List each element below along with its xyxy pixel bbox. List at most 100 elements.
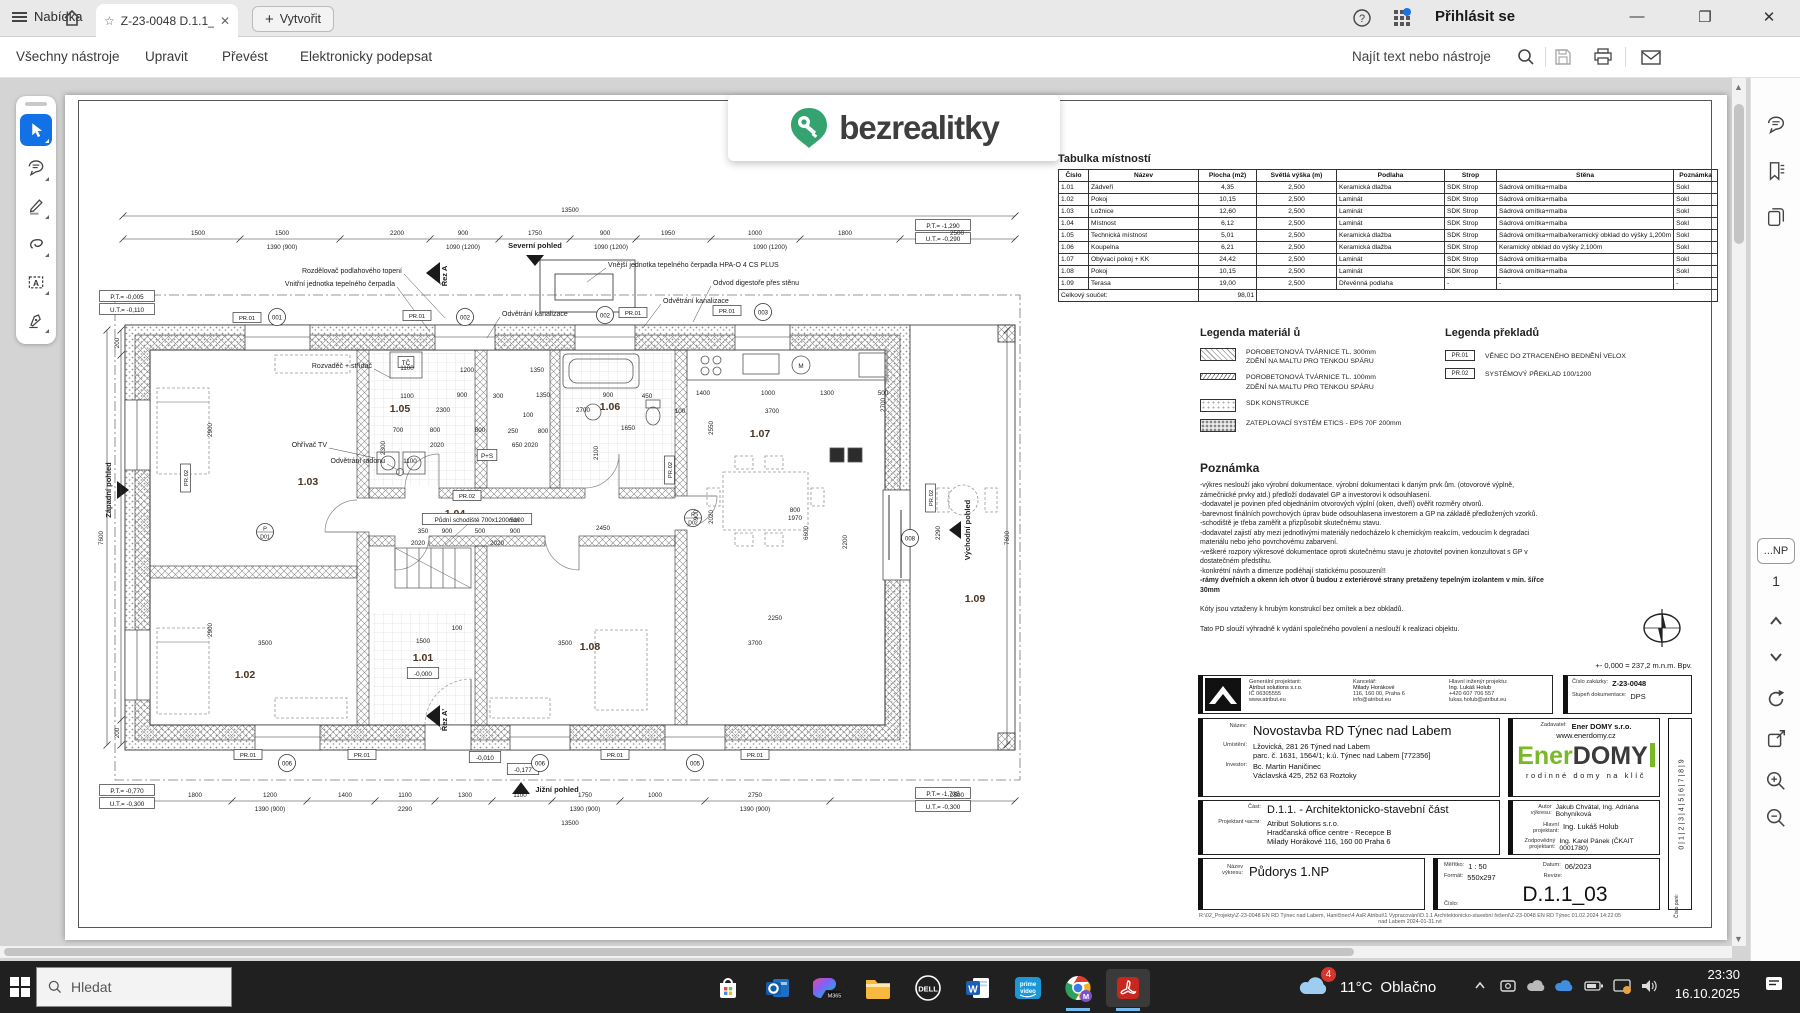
taskbar-app-dell[interactable]: DELL: [906, 969, 950, 1007]
next-page-button[interactable]: [1763, 644, 1789, 670]
select-tool-button[interactable]: [20, 114, 52, 146]
taskbar-app-acrobat-active[interactable]: [1106, 969, 1150, 1007]
create-button[interactable]: + Vytvořit: [252, 6, 334, 32]
comments-panel-button[interactable]: [1763, 112, 1789, 138]
taskbar-app-store[interactable]: [706, 969, 750, 1007]
highlight-tool-button[interactable]: [20, 190, 52, 222]
plan-label: 2300: [380, 441, 387, 456]
tray-cast-icon[interactable]: [1610, 974, 1634, 998]
email-icon: [1641, 50, 1661, 65]
toolbar-all-tools[interactable]: Všechny nástroje: [16, 49, 120, 64]
svg-text:008: 008: [905, 536, 916, 542]
zoom-out-button[interactable]: [1763, 805, 1789, 831]
previous-page-button[interactable]: [1763, 608, 1789, 634]
document-tab[interactable]: ☆ Z-23-0048 D.1.1_03 ... ✕: [96, 4, 238, 37]
taskbar-app-word[interactable]: W: [956, 969, 1000, 1007]
notification-center-icon[interactable]: [1762, 972, 1786, 996]
text-box-tool-button[interactable]: A: [20, 266, 52, 298]
kancelar: Kancelář: Milady Horákové 116, 160 00, P…: [1353, 679, 1405, 703]
tray-speaker-icon[interactable]: [1638, 974, 1662, 998]
rotate-page-button[interactable]: [1763, 686, 1789, 712]
comment-tool-button[interactable]: [20, 152, 52, 184]
zoom-in-button[interactable]: [1763, 768, 1789, 794]
scroll-up-arrow[interactable]: ▲: [1734, 82, 1743, 92]
horizontal-scrollbar[interactable]: [0, 946, 1732, 958]
plan-label: PR.01: [600, 749, 630, 760]
svg-text:001: 001: [272, 315, 283, 321]
print-button[interactable]: [1593, 47, 1613, 72]
search-button[interactable]: [1516, 47, 1536, 72]
plan-label: 2500: [950, 230, 965, 237]
scrollbar-thumb[interactable]: [4, 948, 1354, 956]
table-cell: Ložnice: [1088, 205, 1199, 218]
table-cell: 2,500: [1256, 241, 1337, 254]
signature-tool-button[interactable]: [20, 304, 52, 336]
plan-label: 1100: [403, 458, 417, 465]
apps-grid-button[interactable]: [1392, 8, 1412, 33]
clock-date: 16.10.2025: [1674, 985, 1740, 1001]
scroll-down-arrow[interactable]: ▼: [1734, 934, 1743, 944]
taskbar-app-copilot[interactable]: M365: [806, 969, 850, 1007]
svg-text:-0,177: -0,177: [514, 767, 532, 774]
plan-label: 800: [475, 427, 486, 434]
tray-battery-icon[interactable]: [1582, 974, 1606, 998]
plan-label: 2100: [593, 446, 600, 461]
find-text-label[interactable]: Najít text nebo nástroje: [1352, 49, 1491, 64]
tray-onedrive-gray-icon[interactable]: [1524, 974, 1548, 998]
plan-label: PR.01: [232, 312, 262, 323]
save-button[interactable]: [1553, 47, 1573, 72]
email-button[interactable]: [1640, 47, 1662, 72]
taskbar-app-explorer[interactable]: [856, 969, 900, 1007]
palette-drag-handle[interactable]: [25, 102, 47, 106]
table-cell: Obývací pokoj + KK: [1088, 253, 1199, 266]
pdf-page[interactable]: 1.031.021.051.061.071.041.011.081.09-0,0…: [65, 95, 1727, 940]
home-button[interactable]: [62, 8, 82, 33]
close-button[interactable]: ✕: [1752, 8, 1786, 26]
help-button[interactable]: ?: [1352, 8, 1372, 33]
notes-section: Poznámka -výkres neslouží jako výrobní d…: [1200, 461, 1700, 634]
taskbar-weather[interactable]: 4 11°C Oblačno: [1290, 961, 1444, 1013]
hlavni-inzenyr: Hlavní inženýr projektu: Ing. Lukáš Holu…: [1449, 679, 1508, 703]
tray-teams-icon[interactable]: [1496, 974, 1520, 998]
bezrealitky-watermark: bezrealitky: [728, 95, 1060, 161]
taskbar-app-prime-video[interactable]: prime video: [1006, 969, 1050, 1007]
table-total-row: Celkový součet: 98,01: [1058, 289, 1719, 302]
tab-close-icon[interactable]: ✕: [220, 14, 230, 28]
taskbar-app-chrome[interactable]: M: [1056, 969, 1100, 1007]
table-cell: Sokl: [1673, 193, 1719, 206]
titleblock-part: Část: D.1.1. - Architektonicko-stavební č…: [1198, 800, 1500, 855]
plan-label: Vnější jednotka tepelného čerpadla HPA-O…: [608, 262, 779, 269]
tray-onedrive-blue-icon[interactable]: [1552, 974, 1576, 998]
page-nav-chip[interactable]: ...NP: [1757, 538, 1795, 564]
note-line: -konkrétní návrh a dimenze podléhají sta…: [1200, 567, 1386, 575]
table-cell: Sádrová omítka+malba: [1495, 217, 1675, 230]
table-cell: Sokl: [1673, 181, 1719, 194]
plan-label: 450: [642, 393, 653, 400]
taskbar-app-outlook[interactable]: [756, 969, 800, 1007]
table-cell: 10,15: [1198, 265, 1257, 278]
toolbar-edit[interactable]: Upravit: [145, 49, 188, 64]
draw-tool-button[interactable]: [20, 228, 52, 260]
svg-text:P+S: P+S: [481, 453, 493, 460]
bezrealitky-logo-icon: [791, 108, 828, 148]
bookmarks-panel-button[interactable]: [1763, 158, 1789, 184]
taskbar-clock[interactable]: 23:30 16.10.2025: [1660, 966, 1740, 1004]
restore-button[interactable]: ❐: [1688, 8, 1722, 26]
signin-button[interactable]: Přihlásit se: [1435, 8, 1515, 25]
toolbar-esign[interactable]: Elektronicky podepsat: [300, 49, 432, 64]
tray-chevron-icon[interactable]: [1468, 974, 1492, 998]
vertical-scrollbar[interactable]: ▲ ▼: [1732, 78, 1746, 946]
scrollbar-thumb[interactable]: [1734, 104, 1744, 244]
toolbar-convert[interactable]: Převést: [222, 49, 268, 64]
minimize-button[interactable]: —: [1620, 8, 1654, 25]
plan-label: 1500: [416, 638, 431, 645]
table-cell: Celkový součet:: [1058, 289, 1199, 302]
svg-text:PR.01: PR.01: [719, 309, 735, 315]
star-icon[interactable]: ☆: [104, 14, 115, 28]
pages-panel-button[interactable]: [1763, 204, 1789, 230]
legend-item: POROBETONOVÁ TVÁRNICE TL. 300mm ZDĚNÍ NA …: [1200, 348, 1440, 366]
taskbar-search-box[interactable]: Hledat: [36, 967, 232, 1007]
export-pdf-button[interactable]: [1763, 726, 1789, 752]
start-button[interactable]: [8, 975, 32, 1004]
create-label: Vytvořit: [279, 12, 321, 26]
